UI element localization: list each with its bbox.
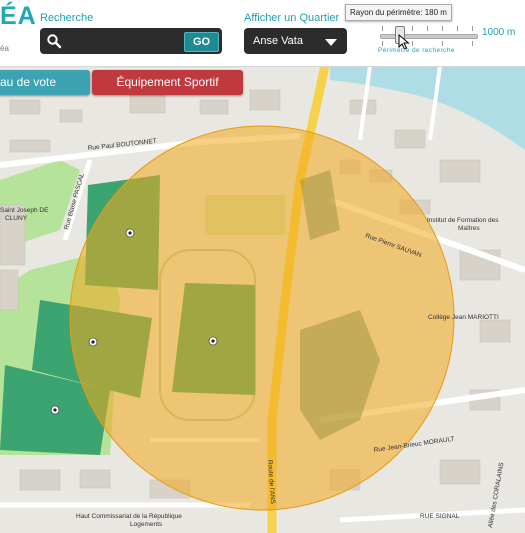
slider-tick <box>427 26 428 31</box>
ball-icon[interactable] <box>50 405 60 415</box>
place-label: Collège Jean MARIOTTI <box>428 314 499 321</box>
header: ÉA éa Recherche GO Afficher un Quartier … <box>0 0 525 67</box>
slider-tick <box>457 26 458 31</box>
slider-tick <box>442 41 443 46</box>
slider-tick <box>382 26 383 31</box>
slider-tick <box>412 41 413 46</box>
slider-tick <box>382 41 383 46</box>
slider-caption: Périmètre de recherche <box>378 47 455 54</box>
slider-tick <box>412 26 413 31</box>
quartier-label: Afficher un Quartier <box>244 12 340 24</box>
search-icon <box>47 34 62 49</box>
place-label: CLUNY <box>5 215 28 222</box>
tab-bureau-de-vote[interactable]: au de vote <box>0 70 90 95</box>
map[interactable]: Rue Paul BOUTONNET Rue Blaise PASCAL Sai… <box>0 66 525 533</box>
slider-tick <box>442 26 443 31</box>
search-input[interactable] <box>66 32 182 52</box>
perimeter-circle <box>69 125 455 511</box>
tab-equipement-sportif[interactable]: Équipement Sportif <box>92 70 243 95</box>
slider-tick <box>472 41 473 46</box>
place-label: Saint Joseph DE <box>0 207 49 214</box>
place-label: Maîtres <box>458 225 480 232</box>
search-box: GO <box>40 28 222 54</box>
perimeter-tooltip: Rayon du périmètre: 180 m <box>345 4 452 21</box>
logo[interactable]: ÉA <box>0 2 37 31</box>
slider-max-label: 1000 m <box>482 27 516 38</box>
go-button[interactable]: GO <box>184 32 219 52</box>
place-label: Logements <box>130 521 163 528</box>
ball-icon[interactable] <box>88 337 98 347</box>
place-label: Haut Commissariat de la République <box>76 513 182 520</box>
ball-icon[interactable] <box>208 336 218 346</box>
search-label: Recherche <box>40 12 94 24</box>
place-label: Institut de Formation des <box>427 217 499 224</box>
chevron-down-icon <box>325 39 337 46</box>
ball-icon[interactable] <box>125 228 135 238</box>
logo-subtext: éa <box>0 44 9 53</box>
quartier-value: Anse Vata <box>253 35 303 47</box>
street-label: RUE SIGNAL <box>420 513 460 520</box>
quartier-select[interactable]: Anse Vata <box>244 28 347 54</box>
slider-tick <box>472 26 473 31</box>
